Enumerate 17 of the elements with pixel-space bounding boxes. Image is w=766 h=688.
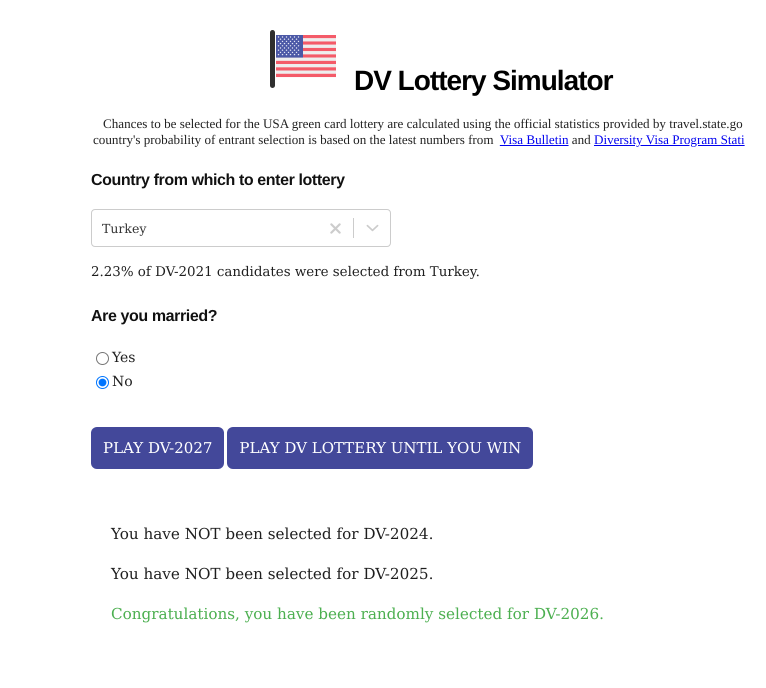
section-heading: Country from which to enter lottery [91,171,345,191]
intro-text: Chances to be selected for the USA green card lottery are calculated using the official statistics provided by travel.state.go country's probability of entrant selection is based on the latest numbers from Visa Bulletin and Diversity Visa Program Stati [93,116,745,148]
page-title: DV Lottery Simulator [354,64,612,98]
radio-label[interactable]: Yes [112,348,136,368]
selection-rate-text: 2.23% of DV-2021 candidates were selected from Turkey. [91,264,480,282]
radio-button[interactable] [96,352,109,364]
section-heading: Are you married? [91,307,218,327]
intro-link[interactable]: Visa Bulletin [500,132,569,147]
result-message: Congratulations, you have been randomly selected for DV-2026. [111,604,604,625]
result-message: You have NOT been selected for DV-2025. [111,564,434,585]
result-message: You have NOT been selected for DV-2024. [111,524,434,545]
play-button[interactable]: PLAY DV LOTTERY UNTIL YOU WIN [227,427,534,469]
flag-icon [270,30,336,88]
radio-label[interactable]: No [112,372,133,392]
intro-link[interactable]: Diversity Visa Program Stati [594,132,745,147]
radio-button[interactable] [96,376,109,388]
play-button[interactable]: PLAY DV-2027 [91,427,224,469]
